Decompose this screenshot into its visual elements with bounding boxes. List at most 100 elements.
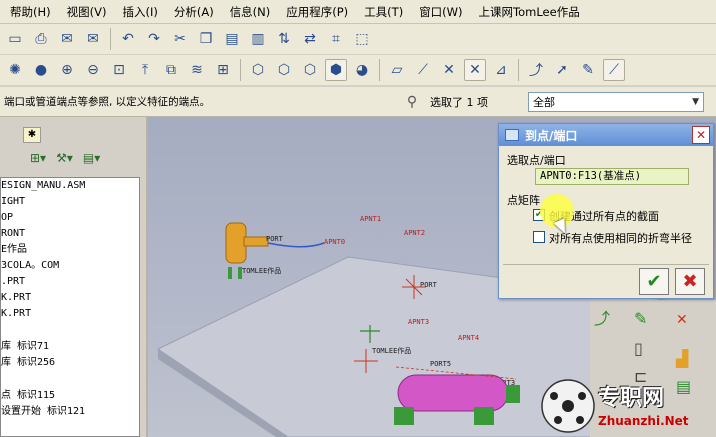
- label-apnt1[interactable]: APNT1: [360, 215, 381, 223]
- tree-item[interactable]: OP: [1, 210, 139, 226]
- fitting-icon[interactable]: ▯: [634, 339, 643, 358]
- menu-window[interactable]: 窗口(W): [411, 4, 470, 20]
- point-grid-icon[interactable]: ✕: [676, 312, 688, 328]
- regenerate-icon[interactable]: ⇅: [273, 28, 295, 50]
- view-manager-icon[interactable]: ⊞: [212, 59, 234, 81]
- menu-help[interactable]: 帮助(H): [2, 4, 59, 20]
- refit-icon[interactable]: ⊡: [108, 59, 130, 81]
- redo-icon[interactable]: ↷: [143, 28, 165, 50]
- enhanced-realism-icon[interactable]: ◕: [351, 59, 373, 81]
- find-icon[interactable]: ⌗: [325, 28, 347, 50]
- no-hidden-icon[interactable]: ⬡: [299, 59, 321, 81]
- menu-insert[interactable]: 插入(I): [114, 4, 165, 20]
- label-apnt2[interactable]: APNT2: [404, 229, 425, 237]
- point-array-label: 点矩阵: [507, 194, 540, 207]
- select-box-icon[interactable]: ⬚: [351, 28, 373, 50]
- menu-author[interactable]: 上课网TomLee作品: [471, 4, 588, 20]
- extend-icon[interactable]: ✎: [634, 309, 647, 328]
- spin-center-icon[interactable]: ✺: [4, 59, 26, 81]
- branch-icon[interactable]: ▟: [675, 349, 689, 368]
- vessel-support: [394, 407, 414, 425]
- tank-body[interactable]: [225, 222, 247, 264]
- selected-point-field[interactable]: APNT0:F13(基准点): [535, 168, 689, 185]
- coordinate-systems-icon[interactable]: ✕: [464, 59, 486, 81]
- label-apnt3[interactable]: APNT3: [408, 318, 429, 326]
- route-pipe-icon[interactable]: ⤴: [525, 59, 547, 81]
- tree-item[interactable]: K.PRT: [1, 290, 139, 306]
- label-port-1[interactable]: PORT: [266, 235, 284, 243]
- ok-button[interactable]: ✔: [639, 268, 669, 295]
- favorites-tab-icon[interactable]: ✱: [23, 127, 41, 143]
- divider: [503, 264, 709, 265]
- route-extend-icon[interactable]: ➚: [551, 59, 573, 81]
- route-sketch-icon[interactable]: ✎: [577, 59, 599, 81]
- datum-axes-icon[interactable]: ⟋: [412, 59, 434, 81]
- tree-item[interactable]: 点 标识115: [1, 388, 139, 404]
- model-tree[interactable]: ESIGN_MANU.ASM IGHT OP RONT E作品 3COLA。CO…: [0, 177, 140, 437]
- user-icon: ⚲: [406, 93, 418, 110]
- saved-views-icon[interactable]: ⧉: [160, 59, 182, 81]
- menu-analysis[interactable]: 分析(A): [166, 4, 222, 20]
- paste-icon[interactable]: ▤: [221, 28, 243, 50]
- zoom-out-icon[interactable]: ⊖: [82, 59, 104, 81]
- view-toolbar: ✺ ● ⊕ ⊖ ⊡ ⤒ ⧉ ≋ ⊞ ⬡ ⬡ ⬡ ⬢ ◕ ▱ ⟋ ✕ ✕ ⊿ ⤴ …: [0, 55, 716, 86]
- menu-info[interactable]: 信息(N): [222, 4, 279, 20]
- dialog-titlebar[interactable]: 到点/端口: [499, 124, 713, 146]
- save-icon[interactable]: ▭: [4, 28, 26, 50]
- route-icon[interactable]: ⤴: [594, 309, 610, 328]
- selection-filter[interactable]: 全部 ▼: [528, 91, 704, 112]
- tank-support: [228, 267, 242, 279]
- same-bend-radius-checkbox[interactable]: [533, 231, 545, 243]
- label-tomlee-1[interactable]: TOMLEE作品: [242, 266, 281, 275]
- appearance-icon[interactable]: ●: [30, 59, 52, 81]
- label-port5[interactable]: PORT5: [430, 360, 451, 368]
- menu-view[interactable]: 视图(V): [59, 4, 115, 20]
- tree-item[interactable]: 3COLA。COM: [1, 258, 139, 274]
- label-tomlee-2[interactable]: TOMLEE作品: [372, 346, 411, 355]
- route-line-icon[interactable]: ⟋: [603, 59, 625, 81]
- hidden-line-icon[interactable]: ⬡: [273, 59, 295, 81]
- email-icon[interactable]: ✉: [56, 28, 78, 50]
- layers-icon[interactable]: ≋: [186, 59, 208, 81]
- email-attach-icon[interactable]: ✉: [82, 28, 104, 50]
- route-path[interactable]: [267, 242, 325, 248]
- cancel-button[interactable]: ✖: [675, 268, 705, 295]
- tree-columns-icon[interactable]: ⚒▾: [56, 151, 73, 165]
- tree-filter-icon[interactable]: ▤▾: [83, 151, 100, 165]
- wireframe-icon[interactable]: ⬡: [247, 59, 269, 81]
- horizontal-vessel[interactable]: [397, 374, 509, 412]
- shading-icon[interactable]: ⬢: [325, 59, 347, 81]
- tree-item[interactable]: ESIGN_MANU.ASM: [1, 178, 139, 194]
- close-icon[interactable]: ✕: [692, 126, 710, 144]
- tree-item[interactable]: K.PRT: [1, 306, 139, 322]
- paste-special-icon[interactable]: ▥: [247, 28, 269, 50]
- print-icon[interactable]: ⎙: [30, 28, 52, 50]
- copy-icon[interactable]: ❐: [195, 28, 217, 50]
- tree-item[interactable]: IGHT: [1, 194, 139, 210]
- label-port-2[interactable]: PORT: [420, 281, 438, 289]
- dialog-window-icon: [505, 129, 519, 141]
- datum-points-icon[interactable]: ✕: [438, 59, 460, 81]
- label-apnt4[interactable]: APNT4: [458, 334, 479, 342]
- tree-item[interactable]: .PRT: [1, 274, 139, 290]
- cut-icon[interactable]: ✂: [169, 28, 191, 50]
- vessel-nozzle: [506, 385, 520, 403]
- reorient-icon[interactable]: ⤒: [134, 59, 156, 81]
- annotations-icon[interactable]: ⊿: [490, 59, 512, 81]
- tree-item[interactable]: E作品: [1, 242, 139, 258]
- tree-settings-icon[interactable]: ⊞▾: [30, 151, 46, 165]
- regen-manager-icon[interactable]: ⇄: [299, 28, 321, 50]
- undo-icon[interactable]: ↶: [117, 28, 139, 50]
- menu-applications[interactable]: 应用程序(P): [278, 4, 356, 20]
- datum-planes-icon[interactable]: ▱: [386, 59, 408, 81]
- tank-nozzle[interactable]: [243, 236, 269, 247]
- tree-item[interactable]: RONT: [1, 226, 139, 242]
- menu-tools[interactable]: 工具(T): [356, 4, 411, 20]
- to-point-port-dialog: 到点/端口 ✕ 选取点/端口 APNT0:F13(基准点) 点矩阵 ✔ 创建通过…: [498, 123, 714, 299]
- watermark-brand: 专职网: [598, 386, 665, 411]
- tree-item[interactable]: 库 标识256: [1, 355, 139, 371]
- label-apnt0[interactable]: APNT0: [324, 238, 345, 246]
- tree-item[interactable]: 设置开始 标识121: [1, 404, 139, 420]
- tree-item[interactable]: 库 标识71: [1, 339, 139, 355]
- zoom-in-icon[interactable]: ⊕: [56, 59, 78, 81]
